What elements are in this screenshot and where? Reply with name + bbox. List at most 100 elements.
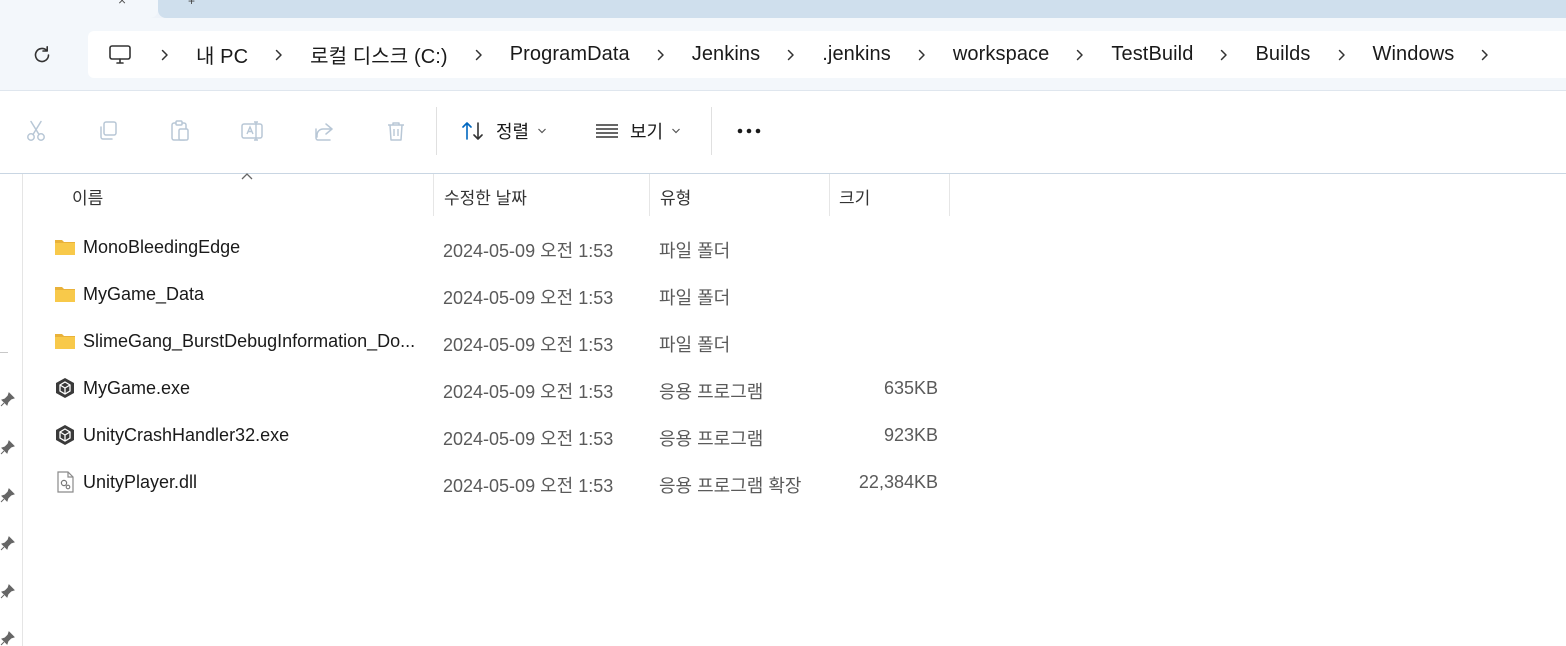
chevron-down-icon	[537, 127, 547, 135]
column-header-date-label: 수정한 날짜	[444, 189, 527, 208]
breadcrumb-chevron-icon[interactable]	[1211, 42, 1237, 68]
file-date: 2024-05-09 오전 1:53	[443, 241, 614, 261]
share-button[interactable]	[308, 115, 340, 147]
file-name: MyGame_Data	[83, 284, 205, 304]
file-row[interactable]: MyGame.exe 2024-05-09 오전 1:53 응용 프로그램 63…	[22, 365, 952, 412]
breadcrumb-chevron-icon[interactable]	[1329, 42, 1355, 68]
rename-button[interactable]	[236, 115, 268, 147]
file-row[interactable]: UnityCrashHandler32.exe 2024-05-09 오전 1:…	[22, 412, 952, 459]
copy-icon	[100, 121, 117, 140]
file-date: 2024-05-09 오전 1:53	[443, 288, 614, 308]
paste-button[interactable]	[164, 115, 196, 147]
ellipsis-icon	[737, 128, 761, 134]
folder-icon	[55, 240, 75, 255]
folder-icon	[55, 334, 75, 349]
toolbar-divider	[436, 107, 437, 155]
cut-icon	[27, 120, 45, 141]
file-name: SlimeGang_BurstDebugInformation_Do...	[83, 331, 416, 351]
file-type: 파일 폴더	[659, 241, 731, 261]
pin-icon[interactable]	[0, 391, 16, 407]
new-tab-button[interactable]: +	[188, 0, 195, 8]
file-row[interactable]: SlimeGang_BurstDebugInformation_Do... 20…	[22, 318, 952, 365]
breadcrumb-chevron-icon[interactable]	[152, 42, 178, 68]
column-header-size[interactable]: 크기	[830, 174, 949, 216]
pin-icon[interactable]	[0, 583, 16, 599]
view-dropdown[interactable]: 보기	[594, 115, 681, 147]
file-row[interactable]: MonoBleedingEdge 2024-05-09 오전 1:53 파일 폴…	[22, 224, 952, 271]
file-type: 파일 폴더	[659, 335, 731, 355]
file-type: 파일 폴더	[659, 288, 731, 308]
column-header-name[interactable]: 이름	[22, 174, 432, 216]
breadcrumb-this-pc[interactable]: 내 PC	[196, 40, 248, 69]
rename-icon	[241, 121, 263, 141]
breadcrumb-local-disk[interactable]: 로컬 디스크 (C:)	[310, 40, 448, 69]
refresh-button[interactable]	[28, 41, 56, 69]
breadcrumb-programdata[interactable]: ProgramData	[510, 43, 630, 66]
breadcrumb-jenkins[interactable]: Jenkins	[692, 43, 761, 66]
column-header-name-label: 이름	[72, 189, 104, 208]
chevron-down-icon	[671, 127, 681, 135]
column-header-type-label: 유형	[660, 189, 692, 208]
breadcrumb-chevron-icon[interactable]	[778, 42, 804, 68]
breadcrumb-chevron-icon[interactable]	[466, 42, 492, 68]
file-date: 2024-05-09 오전 1:53	[443, 476, 614, 496]
toolbar-divider	[711, 107, 712, 155]
new-tab-area[interactable]: +	[158, 0, 1566, 18]
file-name: UnityPlayer.dll	[83, 472, 198, 492]
sort-icon	[462, 122, 483, 140]
share-icon	[315, 123, 333, 141]
file-row[interactable]: MyGame_Data 2024-05-09 오전 1:53 파일 폴더	[22, 271, 952, 318]
nav-divider	[0, 352, 8, 353]
breadcrumb-workspace[interactable]: workspace	[953, 43, 1050, 66]
breadcrumb-chevron-icon[interactable]	[266, 42, 292, 68]
address-bar[interactable]: 내 PC 로컬 디스크 (C:) ProgramData Jenkins .je…	[88, 31, 1566, 78]
cut-button[interactable]	[20, 115, 52, 147]
tab-close-button[interactable]: ×	[118, 0, 126, 8]
dll-file-icon	[57, 471, 74, 493]
delete-button[interactable]	[380, 115, 412, 147]
file-type: 응용 프로그램	[659, 429, 764, 449]
file-name: MyGame.exe	[83, 378, 191, 398]
pin-icon[interactable]	[0, 535, 16, 551]
breadcrumb-testbuild[interactable]: TestBuild	[1111, 43, 1193, 66]
delete-icon	[388, 122, 404, 141]
breadcrumb-chevron-icon[interactable]	[1067, 42, 1093, 68]
pin-icon[interactable]	[0, 487, 16, 503]
breadcrumb-dot-jenkins[interactable]: .jenkins	[822, 43, 891, 66]
unity-icon	[56, 378, 74, 398]
view-list-icon	[596, 124, 618, 138]
view-label: 보기	[630, 122, 664, 142]
breadcrumb-builds[interactable]: Builds	[1255, 43, 1310, 66]
tab-strip: × +	[0, 0, 1566, 20]
unity-icon	[56, 425, 74, 445]
column-header-date[interactable]: 수정한 날짜	[434, 174, 649, 216]
copy-button[interactable]	[92, 115, 124, 147]
file-type: 응용 프로그램 확장	[659, 476, 802, 496]
breadcrumb-chevron-icon[interactable]	[648, 42, 674, 68]
file-name: UnityCrashHandler32.exe	[83, 425, 290, 445]
pin-icon[interactable]	[0, 439, 16, 455]
file-date: 2024-05-09 오전 1:53	[443, 382, 614, 402]
sort-label: 정렬	[496, 122, 530, 142]
file-size: 635KB	[883, 378, 938, 398]
column-header-size-label: 크기	[839, 189, 871, 208]
active-tab[interactable]: ×	[0, 0, 158, 18]
file-row[interactable]: UnityPlayer.dll 2024-05-09 오전 1:53 응용 프로…	[22, 459, 952, 506]
command-bar: 정렬 보기	[0, 91, 1566, 174]
column-divider[interactable]	[949, 174, 950, 216]
breadcrumb-chevron-icon[interactable]	[1472, 42, 1498, 68]
breadcrumb-chevron-icon[interactable]	[909, 42, 935, 68]
file-name: MonoBleedingEdge	[83, 237, 241, 257]
file-size: 923KB	[883, 425, 938, 445]
more-options-button[interactable]	[733, 115, 765, 147]
pin-icon[interactable]	[0, 630, 16, 646]
sort-dropdown[interactable]: 정렬	[460, 115, 547, 147]
refresh-icon	[34, 46, 50, 63]
column-header-type[interactable]: 유형	[650, 174, 829, 216]
address-row: 내 PC 로컬 디스크 (C:) ProgramData Jenkins .je…	[0, 18, 1566, 91]
file-size: 22,384KB	[858, 472, 938, 492]
file-date: 2024-05-09 오전 1:53	[443, 429, 614, 449]
breadcrumb-windows[interactable]: Windows	[1373, 43, 1455, 66]
paste-icon	[171, 120, 189, 141]
this-pc-icon[interactable]	[108, 42, 134, 68]
